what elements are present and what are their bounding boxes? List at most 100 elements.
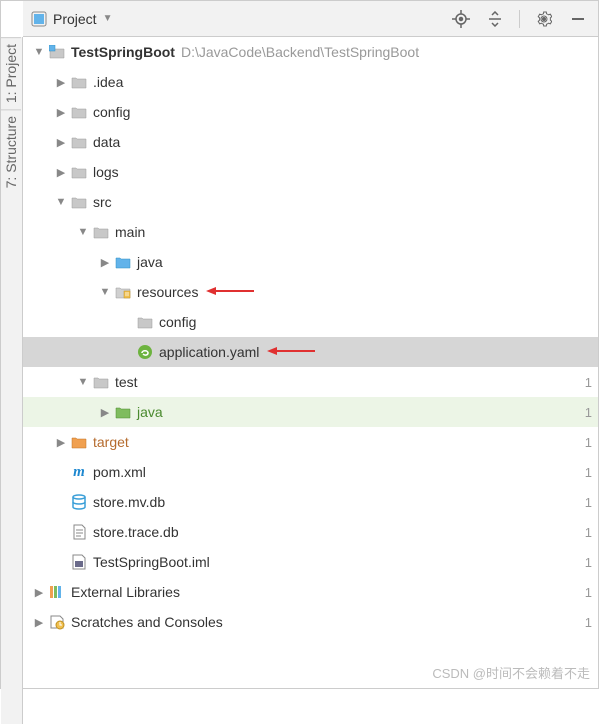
- editor-line-number: 1: [585, 375, 592, 390]
- editor-line-number: 1: [585, 525, 592, 540]
- chevron-down-icon: ▼: [103, 13, 113, 24]
- module-folder-icon: [47, 45, 67, 59]
- editor-line-number: 1: [585, 465, 592, 480]
- caret-right-icon[interactable]: ▶: [31, 616, 47, 629]
- folder-icon: [91, 375, 111, 389]
- project-toolbar: Project ▼: [23, 1, 598, 37]
- node-label: application.yaml: [159, 344, 259, 360]
- gutter-tab-label: 1: Project: [3, 44, 19, 103]
- node-label: test: [115, 374, 138, 390]
- database-file-icon: [69, 494, 89, 510]
- node-label: store.trace.db: [93, 524, 179, 540]
- tree-row-application-yaml[interactable]: ▶ application.yaml: [23, 337, 598, 367]
- tree-row-store-trace[interactable]: ▶ store.trace.db 1: [23, 517, 598, 547]
- tree-row-target[interactable]: ▶ target 1: [23, 427, 598, 457]
- annotation-arrow-icon: [267, 344, 315, 361]
- root-name: TestSpringBoot: [71, 44, 175, 60]
- node-label: pom.xml: [93, 464, 146, 480]
- separator: [519, 10, 520, 28]
- tree-row-main-java[interactable]: ▶ java: [23, 247, 598, 277]
- gutter-tab-structure[interactable]: 7: Structure: [1, 109, 21, 194]
- folder-icon: [69, 135, 89, 149]
- spring-config-file-icon: [135, 344, 155, 360]
- node-label: main: [115, 224, 145, 240]
- editor-line-number: 1: [585, 495, 592, 510]
- editor-line-number: 1: [585, 585, 592, 600]
- caret-right-icon[interactable]: ▶: [53, 76, 69, 89]
- tree-row-iml[interactable]: ▶ TestSpringBoot.iml 1: [23, 547, 598, 577]
- folder-icon: [91, 225, 111, 239]
- caret-right-icon[interactable]: ▶: [97, 406, 113, 419]
- node-label: config: [159, 314, 196, 330]
- maven-file-icon: m: [69, 464, 89, 481]
- root-path: D:\JavaCode\Backend\TestSpringBoot: [181, 44, 419, 60]
- excluded-folder-icon: [69, 435, 89, 449]
- tree-row-idea[interactable]: ▶ .idea: [23, 67, 598, 97]
- folder-icon: [135, 315, 155, 329]
- locate-button[interactable]: [451, 9, 471, 29]
- tree-row-test-java[interactable]: ▶ java 1: [23, 397, 598, 427]
- resources-folder-icon: [113, 285, 133, 299]
- annotation-arrow-icon: [206, 284, 254, 301]
- settings-button[interactable]: [534, 9, 554, 29]
- editor-line-number: 1: [585, 405, 592, 420]
- module-file-icon: [69, 554, 89, 570]
- caret-right-icon[interactable]: ▶: [97, 256, 113, 269]
- editor-line-number: 1: [585, 435, 592, 450]
- node-label: java: [137, 254, 163, 270]
- tree-row-external-libraries[interactable]: ▶ External Libraries 1: [23, 577, 598, 607]
- node-label: TestSpringBoot.iml: [93, 554, 210, 570]
- tree-row-root[interactable]: ▼ TestSpringBoot D:\JavaCode\Backend\Tes…: [23, 37, 598, 67]
- tree-row-store-mv[interactable]: ▶ store.mv.db 1: [23, 487, 598, 517]
- watermark: CSDN @时间不会赖着不走: [432, 663, 590, 682]
- tree-row-main[interactable]: ▼ main: [23, 217, 598, 247]
- project-icon: [31, 11, 47, 27]
- project-view-selector[interactable]: Project ▼: [23, 1, 120, 36]
- tree-row-config[interactable]: ▶ config: [23, 97, 598, 127]
- caret-right-icon[interactable]: ▶: [53, 166, 69, 179]
- tree-row-resources[interactable]: ▼ resources: [23, 277, 598, 307]
- node-label: logs: [93, 164, 119, 180]
- collapse-all-button[interactable]: [485, 9, 505, 29]
- caret-down-icon[interactable]: ▼: [53, 196, 69, 208]
- node-label: src: [93, 194, 112, 210]
- project-view-label: Project: [53, 11, 97, 27]
- text-file-icon: [69, 524, 89, 540]
- editor-line-number: 1: [585, 555, 592, 570]
- tree-row-logs[interactable]: ▶ logs: [23, 157, 598, 187]
- folder-icon: [69, 105, 89, 119]
- tree-row-test[interactable]: ▼ test 1: [23, 367, 598, 397]
- project-tree: ▼ TestSpringBoot D:\JavaCode\Backend\Tes…: [23, 37, 598, 688]
- editor-line-number: 1: [585, 615, 592, 630]
- test-source-folder-icon: [113, 405, 133, 419]
- node-label: store.mv.db: [93, 494, 165, 510]
- caret-right-icon[interactable]: ▶: [53, 436, 69, 449]
- scratches-icon: [47, 614, 67, 630]
- folder-icon: [69, 195, 89, 209]
- source-folder-icon: [113, 255, 133, 269]
- tree-row-res-config[interactable]: ▶ config: [23, 307, 598, 337]
- left-gutter: 1: Project 7: Structure: [1, 37, 23, 724]
- toolbar-actions: [451, 9, 598, 29]
- node-label: .idea: [93, 74, 123, 90]
- libraries-icon: [47, 584, 67, 600]
- caret-down-icon[interactable]: ▼: [97, 286, 113, 298]
- hide-button[interactable]: [568, 9, 588, 29]
- caret-down-icon[interactable]: ▼: [31, 46, 47, 58]
- tree-row-src[interactable]: ▼ src: [23, 187, 598, 217]
- caret-down-icon[interactable]: ▼: [75, 226, 91, 238]
- caret-down-icon[interactable]: ▼: [75, 376, 91, 388]
- caret-right-icon[interactable]: ▶: [31, 586, 47, 599]
- node-label: config: [93, 104, 130, 120]
- node-label: External Libraries: [71, 584, 180, 600]
- gutter-tab-project[interactable]: 1: Project: [1, 37, 21, 109]
- node-label: resources: [137, 284, 198, 300]
- node-label: java: [137, 404, 163, 420]
- node-label: data: [93, 134, 120, 150]
- caret-right-icon[interactable]: ▶: [53, 136, 69, 149]
- tree-row-data[interactable]: ▶ data: [23, 127, 598, 157]
- gutter-tab-label: 7: Structure: [3, 116, 19, 188]
- tree-row-pom[interactable]: ▶ m pom.xml 1: [23, 457, 598, 487]
- caret-right-icon[interactable]: ▶: [53, 106, 69, 119]
- tree-row-scratches[interactable]: ▶ Scratches and Consoles 1: [23, 607, 598, 637]
